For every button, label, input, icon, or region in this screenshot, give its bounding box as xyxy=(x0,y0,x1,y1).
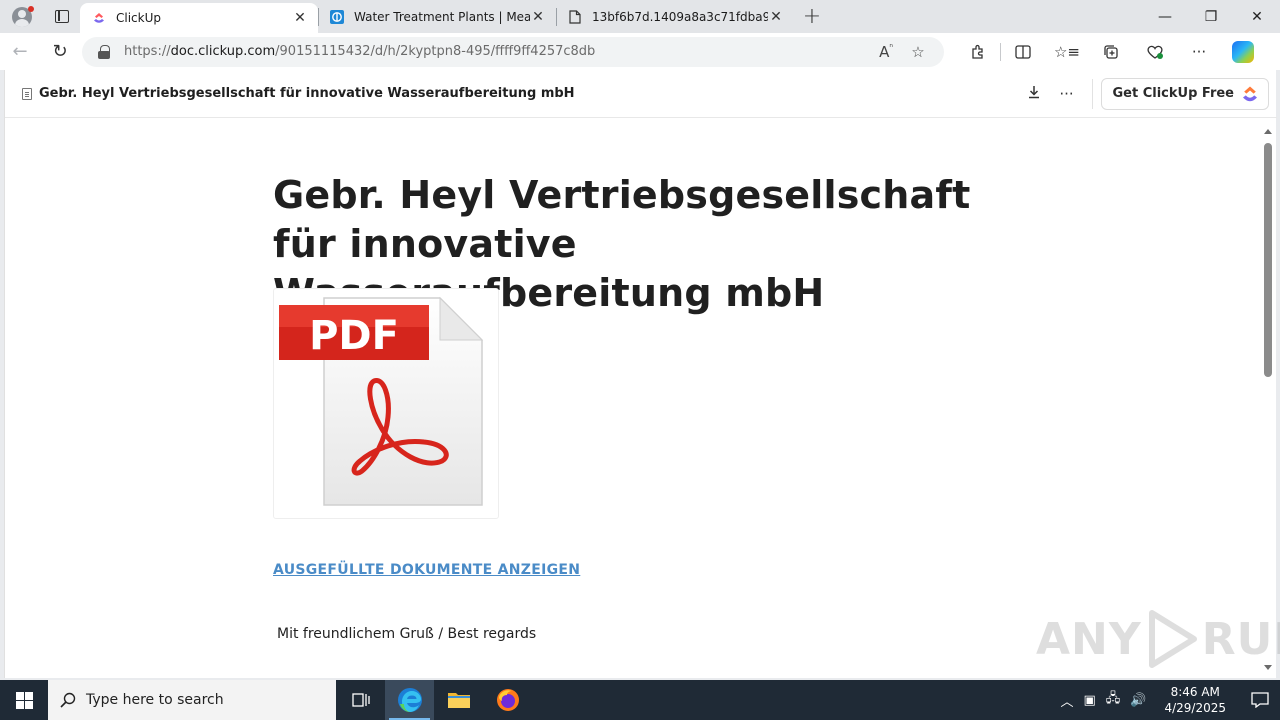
anyrun-watermark: ANY RUN xyxy=(1036,607,1280,671)
taskbar-clock[interactable]: 8:46 AM 4/29/2025 xyxy=(1164,684,1226,716)
more-dots-icon: ··· xyxy=(1191,42,1207,61)
back-arrow-icon: ← xyxy=(12,41,28,62)
close-icon: ✕ xyxy=(1251,8,1263,25)
clickup-logo-icon xyxy=(1243,86,1257,101)
copilot-button[interactable] xyxy=(1221,33,1265,70)
document-icon xyxy=(22,87,32,100)
browser-toolbar: ← ↻ https://doc.clickup.com/90151115432/… xyxy=(0,33,1280,70)
start-button[interactable] xyxy=(0,680,48,720)
minimize-button[interactable]: — xyxy=(1142,0,1188,33)
lock-icon xyxy=(98,44,110,59)
notifications-button[interactable] xyxy=(1240,680,1280,720)
chevron-up-icon[interactable]: ︿ xyxy=(1060,691,1073,710)
split-screen-icon xyxy=(1015,44,1031,59)
taskbar-search-box[interactable]: Type here to search xyxy=(48,680,336,720)
url-text[interactable]: https://doc.clickup.com/90151115432/d/h/… xyxy=(124,44,870,59)
refresh-icon: ↻ xyxy=(52,41,68,62)
profile-button[interactable] xyxy=(0,0,44,33)
read-aloud-icon[interactable]: Aⁿ xyxy=(870,43,902,61)
edge-icon xyxy=(397,688,422,712)
tab-title: Water Treatment Plants | Measur xyxy=(354,9,530,24)
collections-icon xyxy=(1104,44,1118,59)
vertical-scrollbar[interactable] xyxy=(1260,119,1276,678)
clock-time: 8:46 AM xyxy=(1170,685,1220,699)
settings-more-button[interactable]: ··· xyxy=(1177,33,1221,70)
get-clickup-free-button[interactable]: Get ClickUp Free xyxy=(1101,77,1269,110)
play-logo-icon xyxy=(1148,610,1197,668)
tab-close-icon[interactable]: ✕ xyxy=(530,9,546,25)
taskbar-edge[interactable] xyxy=(385,680,434,720)
heartbeat-icon xyxy=(1147,45,1163,59)
collections-button[interactable] xyxy=(1089,33,1133,70)
download-icon xyxy=(1029,85,1040,98)
water-plant-icon xyxy=(330,9,344,24)
firefox-icon xyxy=(496,689,519,711)
doc-header-title: Gebr. Heyl Vertriebsgesellschaft für inn… xyxy=(39,86,575,101)
volume-icon[interactable]: 🔊 xyxy=(1130,693,1146,708)
pdf-label: PDF xyxy=(309,313,399,359)
back-button[interactable]: ← xyxy=(0,33,40,70)
task-view-button[interactable] xyxy=(336,680,385,720)
restore-button[interactable]: ❐ xyxy=(1188,0,1234,33)
favorites-icon: ☆≡ xyxy=(1053,42,1080,61)
taskbar-firefox[interactable] xyxy=(483,680,532,720)
doc-header-bar: Gebr. Heyl Vertriebsgesellschaft für inn… xyxy=(5,70,1277,118)
copilot-icon xyxy=(1232,40,1254,63)
device-icon[interactable]: ▣ xyxy=(1083,693,1095,708)
network-icon[interactable]: 🖧 xyxy=(1106,689,1121,711)
restore-icon: ❐ xyxy=(1204,8,1218,25)
scroll-up-arrow-icon[interactable] xyxy=(1264,129,1272,134)
more-dots-icon: ··· xyxy=(1059,84,1074,103)
address-bar[interactable]: https://doc.clickup.com/90151115432/d/h/… xyxy=(82,36,944,67)
tab-close-icon[interactable]: ✕ xyxy=(768,9,784,25)
tab-strip: ClickUp ✕ Water Treatment Plants | Measu… xyxy=(0,0,1280,33)
taskbar-file-explorer[interactable] xyxy=(434,680,483,720)
browser-essentials-button[interactable] xyxy=(1133,33,1177,70)
file-icon xyxy=(568,9,582,24)
tab-close-icon[interactable]: ✕ xyxy=(292,10,308,26)
download-button[interactable] xyxy=(1018,85,1050,103)
windows-taskbar: Type here to search ︿ ▣ 🖧 🔊 8:46 AM 4/29… xyxy=(0,680,1280,720)
scrollbar-thumb[interactable] xyxy=(1264,143,1272,377)
system-tray: ︿ ▣ 🖧 🔊 xyxy=(1060,689,1146,711)
tab-clickup[interactable]: ClickUp ✕ xyxy=(80,3,318,33)
split-screen-button[interactable] xyxy=(1001,33,1045,70)
clickup-icon xyxy=(92,11,106,25)
pdf-attachment[interactable]: PDF xyxy=(273,288,499,519)
notification-dot xyxy=(28,6,34,12)
tab-actions-button[interactable] xyxy=(44,0,80,33)
search-placeholder: Type here to search xyxy=(86,692,224,708)
windows-logo-icon xyxy=(15,691,33,709)
doc-content: Gebr. Heyl Vertriebsgesellschaft für inn… xyxy=(5,119,1261,678)
pdf-file-icon: PDF xyxy=(279,296,484,506)
minimize-icon: — xyxy=(1158,8,1172,25)
tab-title: 13bf6b7d.1409a8a3c71fdba9b24b xyxy=(592,9,768,24)
extensions-icon xyxy=(972,44,983,59)
tab-title: ClickUp xyxy=(116,11,161,25)
tab-file[interactable]: 13bf6b7d.1409a8a3c71fdba9b24b ✕ xyxy=(556,0,794,33)
notification-icon xyxy=(1251,692,1269,708)
favorites-button[interactable]: ☆≡ xyxy=(1045,33,1089,70)
tab-actions-icon xyxy=(55,10,69,23)
more-options-button[interactable]: ··· xyxy=(1050,85,1082,103)
tab-water-treatment[interactable]: Water Treatment Plants | Measur ✕ xyxy=(318,0,556,33)
view-documents-link[interactable]: AUSGEFÜLLTE DOKUMENTE ANZEIGEN xyxy=(273,562,580,578)
new-tab-button[interactable]: + xyxy=(794,0,830,33)
close-window-button[interactable]: ✕ xyxy=(1234,0,1280,33)
extensions-button[interactable] xyxy=(956,33,1000,70)
refresh-button[interactable]: ↻ xyxy=(40,33,80,70)
folder-icon xyxy=(447,693,470,708)
search-icon xyxy=(60,692,76,708)
closing-regards: Mit freundlichem Gruß / Best regards xyxy=(277,626,537,642)
favorite-star-icon[interactable]: ☆ xyxy=(902,43,934,61)
plus-icon: + xyxy=(802,4,822,29)
web-page: Gebr. Heyl Vertriebsgesellschaft für inn… xyxy=(4,70,1277,678)
task-view-icon xyxy=(351,693,370,707)
clock-date: 4/29/2025 xyxy=(1164,701,1226,715)
